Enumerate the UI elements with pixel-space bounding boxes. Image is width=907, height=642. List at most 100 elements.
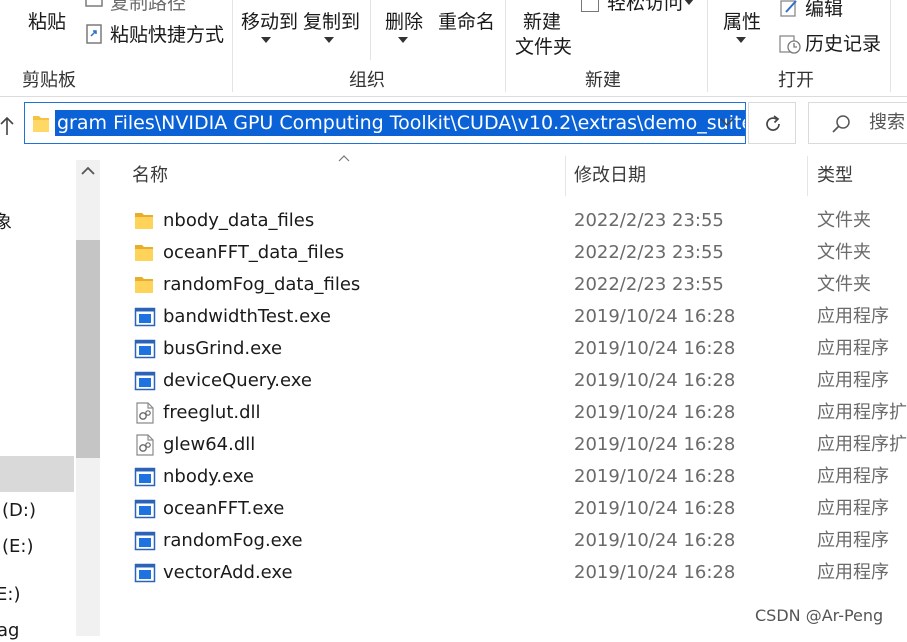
- ribbon: 粘贴 复制路径 粘贴快捷方式 剪贴板 移动到 复制到 删除 重命名 组织 新建 …: [0, 0, 907, 97]
- address-input[interactable]: gram Files\NVIDIA GPU Computing Toolkit\…: [24, 102, 746, 144]
- copy-path-icon: [85, 0, 103, 7]
- scroll-up-arrow-icon[interactable]: [81, 166, 95, 176]
- nav-item[interactable]: 象: [0, 212, 12, 234]
- file-date-modified: 2019/10/24 16:28: [574, 530, 736, 551]
- paste-shortcut-button[interactable]: 粘贴快捷方式: [110, 24, 224, 46]
- exe-icon: [134, 307, 156, 327]
- exe-icon: [134, 499, 156, 519]
- exe-icon: [134, 467, 156, 487]
- clipboard-group-label: 剪贴板: [22, 70, 76, 91]
- edit-icon: [780, 0, 797, 17]
- file-date-modified: 2022/2/23 23:55: [574, 210, 724, 231]
- file-row[interactable]: deviceQuery.exe 2019/10/24 16:28 应用程序: [100, 365, 907, 397]
- folder-icon: [135, 245, 153, 261]
- file-row[interactable]: oceanFFT.exe 2019/10/24 16:28 应用程序: [100, 493, 907, 525]
- file-name[interactable]: oceanFFT_data_files: [163, 241, 344, 265]
- file-row[interactable]: bandwidthTest.exe 2019/10/24 16:28 应用程序: [100, 301, 907, 333]
- file-type: 应用程序: [817, 338, 889, 359]
- up-arrow-icon[interactable]: [0, 116, 14, 136]
- file-name[interactable]: oceanFFT.exe: [163, 497, 284, 521]
- file-date-modified: 2022/2/23 23:55: [574, 242, 724, 263]
- exe-icon: [134, 371, 156, 391]
- file-name[interactable]: freeglut.dll: [163, 401, 261, 425]
- column-divider[interactable]: [565, 156, 566, 196]
- chevron-down-icon[interactable]: [720, 117, 734, 127]
- file-row[interactable]: randomFog.exe 2019/10/24 16:28 应用程序: [100, 525, 907, 557]
- file-row[interactable]: oceanFFT_data_files 2022/2/23 23:55 文件夹: [100, 237, 907, 269]
- easy-access-button[interactable]: 轻松访问: [607, 0, 683, 14]
- move-to-button[interactable]: 移动到: [241, 11, 298, 33]
- file-row[interactable]: nbody_data_files 2022/2/23 23:55 文件夹: [100, 205, 907, 237]
- file-row[interactable]: freeglut.dll 2019/10/24 16:28 应用程序扩: [100, 397, 907, 429]
- file-name[interactable]: busGrind.exe: [163, 337, 282, 361]
- paste-shortcut-icon: [86, 24, 102, 44]
- refresh-icon: [766, 115, 780, 131]
- file-type: 应用程序: [817, 306, 889, 327]
- address-path-text[interactable]: gram Files\NVIDIA GPU Computing Toolkit\…: [55, 110, 745, 136]
- file-date-modified: 2019/10/24 16:28: [574, 306, 736, 327]
- file-row[interactable]: busGrind.exe 2019/10/24 16:28 应用程序: [100, 333, 907, 365]
- nav-item-selected[interactable]: [0, 456, 74, 492]
- file-type: 应用程序: [817, 530, 889, 551]
- new-folder-button-line2: 文件夹: [515, 36, 573, 58]
- exe-icon: [134, 563, 156, 583]
- file-name[interactable]: deviceQuery.exe: [163, 369, 312, 393]
- file-row[interactable]: glew64.dll 2019/10/24 16:28 应用程序扩: [100, 429, 907, 461]
- column-divider[interactable]: [807, 156, 808, 196]
- history-icon: [779, 35, 801, 54]
- file-date-modified: 2019/10/24 16:28: [574, 434, 736, 455]
- new-group-label: 新建: [585, 70, 621, 91]
- file-type: 应用程序扩: [817, 402, 907, 423]
- new-folder-button[interactable]: 新建: [523, 11, 561, 33]
- file-row[interactable]: nbody.exe 2019/10/24 16:28 应用程序: [100, 461, 907, 493]
- dll-icon: [136, 402, 154, 424]
- paste-button[interactable]: 粘贴: [28, 11, 66, 33]
- file-name[interactable]: nbody.exe: [163, 465, 254, 489]
- properties-button[interactable]: 属性: [723, 11, 761, 33]
- properties-dropdown-icon: [736, 37, 746, 43]
- move-to-dropdown-icon: [261, 37, 271, 43]
- file-row[interactable]: randomFog_data_files 2022/2/23 23:55 文件夹: [100, 269, 907, 301]
- copy-path-button[interactable]: 复制路径: [110, 0, 186, 14]
- file-name[interactable]: bandwidthTest.exe: [163, 305, 331, 329]
- file-date-modified: 2019/10/24 16:28: [574, 466, 736, 487]
- exe-icon: [134, 531, 156, 551]
- copy-to-button[interactable]: 复制到: [303, 11, 360, 33]
- column-header-type[interactable]: 类型: [817, 165, 853, 187]
- folder-icon: [135, 277, 153, 293]
- exe-icon: [134, 339, 156, 359]
- nav-item-drive-d[interactable]: (D:): [2, 500, 36, 522]
- column-header-name[interactable]: 名称: [132, 165, 168, 187]
- easy-access-checkbox[interactable]: [581, 0, 599, 12]
- search-box[interactable]: 搜索: [808, 102, 907, 144]
- nav-item-drive-e[interactable]: (E:): [2, 536, 33, 558]
- file-name[interactable]: randomFog.exe: [163, 529, 303, 553]
- refresh-button[interactable]: [748, 102, 796, 144]
- organize-group-label: 组织: [349, 70, 385, 91]
- history-button[interactable]: 历史记录: [805, 33, 881, 55]
- sort-ascending-icon: [338, 155, 350, 162]
- column-header-row: 名称 修改日期 类型: [100, 150, 907, 202]
- ribbon-separator: [232, 0, 233, 92]
- file-date-modified: 2019/10/24 16:28: [574, 562, 736, 583]
- file-name[interactable]: vectorAdd.exe: [163, 561, 293, 585]
- delete-dropdown-icon: [398, 37, 408, 43]
- file-name[interactable]: glew64.dll: [163, 433, 255, 457]
- file-name[interactable]: nbody_data_files: [163, 209, 314, 233]
- file-row[interactable]: vectorAdd.exe 2019/10/24 16:28 应用程序: [100, 557, 907, 589]
- file-type: 应用程序: [817, 466, 889, 487]
- file-type: 文件夹: [817, 274, 871, 295]
- nav-item[interactable]: ag: [0, 620, 19, 642]
- column-header-date[interactable]: 修改日期: [574, 165, 646, 187]
- nav-item-drive[interactable]: E:): [0, 584, 20, 606]
- navigation-pane: 象 (D:) (E:) E:) ag: [0, 150, 100, 641]
- file-type: 应用程序: [817, 562, 889, 583]
- edit-button[interactable]: 编辑: [805, 0, 843, 20]
- nav-scrollbar-thumb[interactable]: [76, 240, 100, 458]
- file-name[interactable]: randomFog_data_files: [163, 273, 360, 297]
- watermark: CSDN @Ar-Peng: [755, 606, 884, 625]
- rename-button[interactable]: 重命名: [438, 11, 495, 33]
- file-date-modified: 2019/10/24 16:28: [574, 498, 736, 519]
- delete-button[interactable]: 删除: [385, 11, 423, 33]
- easy-access-dropdown-icon: [684, 0, 694, 5]
